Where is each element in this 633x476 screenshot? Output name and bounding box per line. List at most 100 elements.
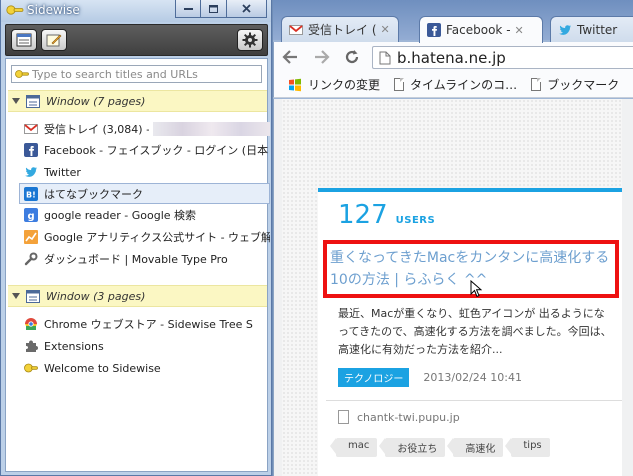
mouse-cursor-icon [470,280,482,298]
google-icon: g [24,208,38,222]
tab-row-facebook[interactable]: Facebook - フェイスブック - ログイン (日本 [20,140,270,160]
source-domain: chantk-twi.pupu.jp [357,410,460,424]
hatena-icon: B! [24,186,38,201]
bookmark-label: タイムラインのコ… [410,78,518,92]
redacted-text [153,122,270,136]
users-label: USERS [395,215,436,226]
browser-toolbar: b.hatena.ne.jp [273,42,633,72]
close-button[interactable] [227,0,267,18]
sidewise-window: Sidewise Type to search titles and URLs … [0,0,272,476]
tab-title: Twitter [44,165,81,179]
settings-button[interactable] [237,29,263,51]
browser-tab-twitter[interactable]: Twitter [550,16,633,42]
sidewise-titlebar[interactable]: Sidewise [1,0,271,22]
notepad-button[interactable] [41,29,67,51]
sidewise-logo-icon [6,5,24,15]
search-box[interactable] [11,65,262,83]
window-label: Window (3 pages) [46,289,146,303]
tab-row-welcome[interactable]: Welcome to Sidewise [20,358,270,378]
entry-description: 最近、Macが重くなり、虹色アイコンが 出るようになってきたので、高速化する方法… [338,307,612,356]
bookmark-label: ブックマーク [547,78,620,92]
bookmarks-bar: リンクの変更 タイムラインのコ… ブックマーク [273,72,633,98]
sidewise-toolbar [5,24,268,56]
page-tree-panel: Window (7 pages) 受信トレイ (3,084) - Faceboo… [5,58,270,472]
window-title: Sidewise [27,3,80,17]
window-icon [26,94,40,108]
forward-arrow-icon [315,50,330,64]
collapse-triangle-icon[interactable] [12,293,20,299]
browser-tab-title: Twitter [577,22,618,37]
pages-view-button[interactable] [11,29,37,51]
back-button[interactable] [280,47,300,67]
tab-title: はてなブックマーク [44,187,143,201]
minimize-button[interactable] [175,0,201,18]
browser-tab-title: Facebook - [446,23,511,37]
minimize-icon [183,8,193,10]
tab-title: 受信トレイ (3,084) - [44,123,150,136]
url-text: b.hatena.ne.jp [397,48,506,67]
tab-close-icon[interactable]: ✕ [515,24,524,37]
entry-source[interactable]: chantk-twi.pupu.jp [338,410,460,424]
svg-text:g: g [28,211,35,222]
windows-icon [289,78,301,91]
back-arrow-icon [282,50,297,64]
tag[interactable]: mac [329,438,378,457]
tab-row-gmail[interactable]: 受信トレイ (3,084) - [20,119,270,139]
tab-row-chrome-store[interactable]: Chrome ウェブストア - Sidewise Tree S [20,314,270,334]
tag[interactable]: 高速化 [447,438,504,457]
tab-row-movabletype[interactable]: ダッシュボード | Movable Type Pro [20,249,270,269]
entry-date: 2013/02/24 10:41 [423,371,523,384]
page-icon [379,51,391,64]
chrome-store-icon [25,318,37,330]
notepad-icon [46,34,62,47]
twitter-icon [25,167,37,177]
chrome-window: 受信トレイ ( ✕ Facebook - ✕ Twitter b.hatena.… [273,0,633,476]
forward-button[interactable] [312,47,332,67]
tab-title: Extensions [44,339,104,353]
tag[interactable]: tips [505,438,550,457]
bookmark-label: リンクの変更 [308,78,381,92]
maximize-button[interactable] [201,0,227,18]
collapse-triangle-icon[interactable] [12,98,20,104]
tab-strip: 受信トレイ ( ✕ Facebook - ✕ Twitter [273,0,633,43]
tab-row-hatena[interactable]: B! はてなブックマーク [19,183,270,204]
tab-title: google reader - Google 検索 [44,209,197,222]
window-row[interactable]: Window (7 pages) [8,90,267,112]
puzzle-icon [26,340,38,352]
twitter-icon [559,24,571,35]
users-number: 127 [338,200,388,230]
sidewise-icon [24,363,38,373]
window-row[interactable]: Window (3 pages) [8,285,267,307]
tab-row-analytics[interactable]: Google アナリティクス公式サイト - ウェブ解 [20,227,270,247]
tab-title: Facebook - フェイスブック - ログイン (日本 [44,144,269,157]
category-badge[interactable]: テクノロジー [338,368,410,387]
tab-row-twitter[interactable]: Twitter [20,162,270,182]
bookmark-entry-card: 127 USERS 重くなってきたMacをカンタンに高速化する10の方法 | ら… [318,188,622,476]
document-icon [338,410,349,424]
search-input[interactable] [32,67,257,81]
bookmark-item[interactable]: ブックマーク [531,76,619,93]
bookmark-item[interactable]: タイムラインのコ… [394,76,517,93]
tag[interactable]: お役立ち [379,438,446,457]
tab-row-extensions[interactable]: Extensions [20,336,270,356]
browser-tab-facebook[interactable]: Facebook - ✕ [419,16,543,43]
gmail-icon [24,124,38,134]
divider [326,400,622,401]
bookmark-item[interactable]: リンクの変更 [288,76,380,93]
tab-title: Google アナリティクス公式サイト - ウェブ解 [44,231,270,244]
window-icon [26,289,40,303]
close-icon [242,4,251,13]
reload-button[interactable] [342,47,362,67]
tab-title: ダッシュボード | Movable Type Pro [44,253,228,266]
reload-icon [345,50,359,64]
tab-row-google[interactable]: g google reader - Google 検索 [20,205,270,225]
page-icon [531,78,542,91]
tab-close-icon[interactable]: ✕ [381,23,390,36]
users-count[interactable]: 127 USERS [338,200,435,230]
facebook-icon [427,23,441,37]
gear-icon [242,32,258,48]
svg-text:B!: B! [26,190,36,199]
gmail-icon [289,24,303,35]
address-bar[interactable]: b.hatena.ne.jp [372,46,633,69]
browser-tab-gmail[interactable]: 受信トレイ ( ✕ [281,16,399,42]
